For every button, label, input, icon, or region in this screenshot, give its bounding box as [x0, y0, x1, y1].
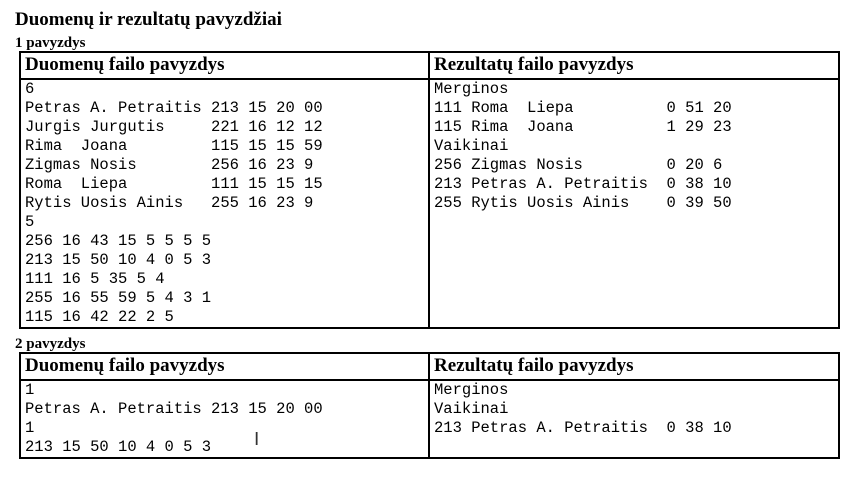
- example-2-output-lines: Merginos Vaikinai 213 Petras A. Petraiti…: [434, 381, 732, 437]
- example-1-table: Duomenų failo pavyzdys Rezultatų failo p…: [19, 51, 840, 329]
- example-2-input-header: Duomenų failo pavyzdys: [19, 352, 430, 381]
- example-1-output-lines: Merginos 111 Roma Liepa 0 51 20 115 Rima…: [434, 80, 732, 212]
- example-2-output-content[interactable]: Merginos Vaikinai 213 Petras A. Petraiti…: [428, 379, 840, 459]
- example-2-output-header: Rezultatų failo pavyzdys: [428, 352, 840, 381]
- example-1-input-lines: 6 Petras A. Petraitis 213 15 20 00 Jurgi…: [25, 80, 323, 326]
- example-2-label: 2 pavyzdys: [15, 336, 86, 352]
- example-2-table: Duomenų failo pavyzdys Rezultatų failo p…: [19, 352, 840, 459]
- example-1-output-header: Rezultatų failo pavyzdys: [428, 51, 840, 80]
- example-1-label: 1 pavyzdys: [15, 35, 86, 51]
- example-1-input-content[interactable]: 6 Petras A. Petraitis 213 15 20 00 Jurgi…: [19, 78, 430, 329]
- example-1-input-header: Duomenų failo pavyzdys: [19, 51, 430, 80]
- text-cursor-icon: I: [254, 429, 260, 450]
- example-2-input-lines: 1 Petras A. Petraitis 213 15 20 00 1 213…: [25, 381, 323, 456]
- document-title: Duomenų ir rezultatų pavyzdžiai: [15, 9, 282, 30]
- example-1-output-content[interactable]: Merginos 111 Roma Liepa 0 51 20 115 Rima…: [428, 78, 840, 329]
- example-2-input-content[interactable]: 1 Petras A. Petraitis 213 15 20 00 1 213…: [19, 379, 430, 459]
